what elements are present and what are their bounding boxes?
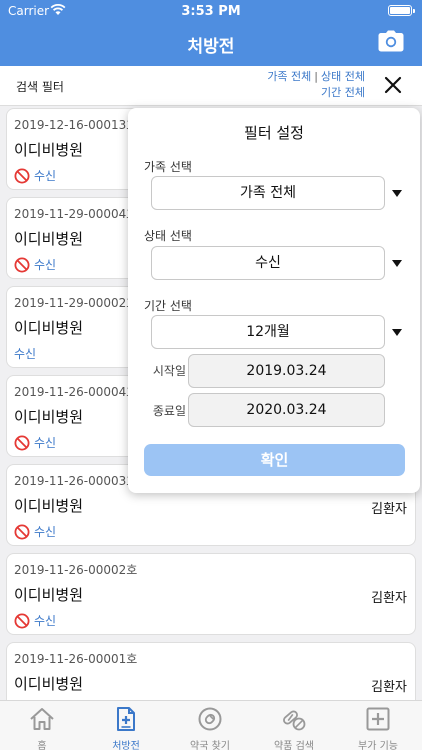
plus-box-icon (366, 707, 390, 731)
prescription-number: 2019-11-29-00002호 (14, 296, 138, 310)
period-summary: 기간 전체 (321, 86, 365, 99)
family-select[interactable]: 가족 전체 (151, 176, 385, 210)
pharmacy-search-icon (198, 707, 222, 731)
start-date-label: 시작일 (152, 364, 186, 378)
status-row: 수신 (14, 256, 56, 273)
status-label: 수신 (34, 525, 57, 539)
family-select-label: 가족 선택 (144, 160, 192, 174)
battery-icon (388, 5, 415, 16)
status-select-label: 상태 선택 (144, 229, 192, 243)
hospital-name: 이디비병원 (14, 230, 84, 248)
tab-home[interactable]: 홈 (0, 701, 84, 750)
list-item[interactable]: 2019-11-26-00002호 이디비병원 김환자 수신 (6, 553, 416, 635)
end-date-field[interactable]: 2020.03.24 (188, 393, 385, 427)
filter-settings-panel: 필터 설정 가족 선택 가족 전체 상태 선택 수신 기간 선택 12개월 시작… (128, 108, 420, 493)
end-date-label: 종료일 (152, 404, 186, 418)
period-select[interactable]: 12개월 (151, 315, 385, 349)
period-select-label: 기간 선택 (144, 299, 192, 313)
filter-summary[interactable]: 가족 전체 | 상태 전체 기간 전체 (267, 69, 365, 101)
status-label: 수신 (34, 169, 57, 183)
hospital-name: 이디비병원 (14, 675, 84, 693)
prescription-number: 2019-11-26-00001호 (14, 652, 138, 666)
camera-icon[interactable] (378, 30, 404, 52)
family-chevron-down-icon[interactable] (392, 190, 402, 197)
prescription-icon (117, 707, 135, 731)
top-bar: Carrier 3:53 PM 처방전 (0, 0, 422, 66)
close-icon[interactable] (384, 76, 402, 94)
prohibited-icon (14, 257, 30, 272)
status-label: 수신 (34, 258, 57, 272)
tab-prescription[interactable]: 처방전 (84, 701, 168, 750)
page-title: 처방전 (187, 37, 235, 57)
status-summary: 상태 전체 (321, 70, 365, 83)
prescription-number: 2019-11-26-00004호 (14, 385, 138, 399)
filter-bar-label: 검색 필터 (16, 80, 64, 94)
clock: 3:53 PM (181, 4, 241, 19)
prescription-number: 2019-11-26-00002호 (14, 563, 138, 577)
status-row: 수신 (14, 434, 56, 451)
tab-pharmacy-search[interactable]: 약국 찾기 (168, 701, 252, 750)
hospital-name: 이디비병원 (14, 141, 84, 159)
patient-name: 김환자 (371, 591, 407, 606)
confirm-button[interactable]: 확인 (144, 444, 405, 476)
home-icon (30, 708, 54, 730)
patient-name: 김환자 (371, 502, 407, 517)
status-row: 수신 (14, 612, 56, 629)
status-row: 수신 (14, 345, 36, 362)
status-label: 수신 (34, 436, 57, 450)
prohibited-icon (14, 613, 30, 628)
panel-title: 필터 설정 (244, 124, 304, 142)
pill-search-icon (283, 710, 306, 731)
prohibited-icon (14, 435, 30, 450)
tab-extra-features[interactable]: 부가 기능 (336, 701, 420, 750)
tab-bar: 홈 처방전 약국 찾기 약품 검색 부가 기능 (0, 700, 422, 750)
start-date-field[interactable]: 2019.03.24 (188, 354, 385, 388)
hospital-name: 이디비병원 (14, 497, 84, 515)
hospital-name: 이디비병원 (14, 586, 84, 604)
tab-label: 홈 (37, 741, 47, 750)
patient-name: 김환자 (371, 680, 407, 695)
tab-label: 부가 기능 (358, 741, 398, 750)
prescription-number: 2019-12-16-00013호 (14, 118, 138, 132)
status-row: 수신 (14, 167, 56, 184)
period-chevron-down-icon[interactable] (392, 329, 402, 336)
tab-label: 약품 검색 (274, 741, 314, 750)
tab-label: 약국 찾기 (190, 741, 230, 750)
hospital-name: 이디비병원 (14, 319, 84, 337)
prescription-number: 2019-11-29-00004호 (14, 207, 138, 221)
status-row: 수신 (14, 523, 56, 540)
status-chevron-down-icon[interactable] (392, 260, 402, 267)
status-bar: Carrier 3:53 PM (0, 0, 422, 22)
summary-separator: | (314, 70, 319, 83)
prohibited-icon (14, 524, 30, 539)
status-label: 수신 (34, 614, 57, 628)
filter-bar: 검색 필터 가족 전체 | 상태 전체 기간 전체 (0, 66, 422, 106)
tab-pill-search[interactable]: 약품 검색 (252, 701, 336, 750)
status-select[interactable]: 수신 (151, 246, 385, 280)
hospital-name: 이디비병원 (14, 408, 84, 426)
prohibited-icon (14, 168, 30, 183)
family-summary: 가족 전체 (267, 70, 312, 83)
status-label: 수신 (14, 347, 37, 361)
prescription-number: 2019-11-26-00003호 (14, 474, 138, 488)
tab-label: 처방전 (112, 741, 140, 750)
